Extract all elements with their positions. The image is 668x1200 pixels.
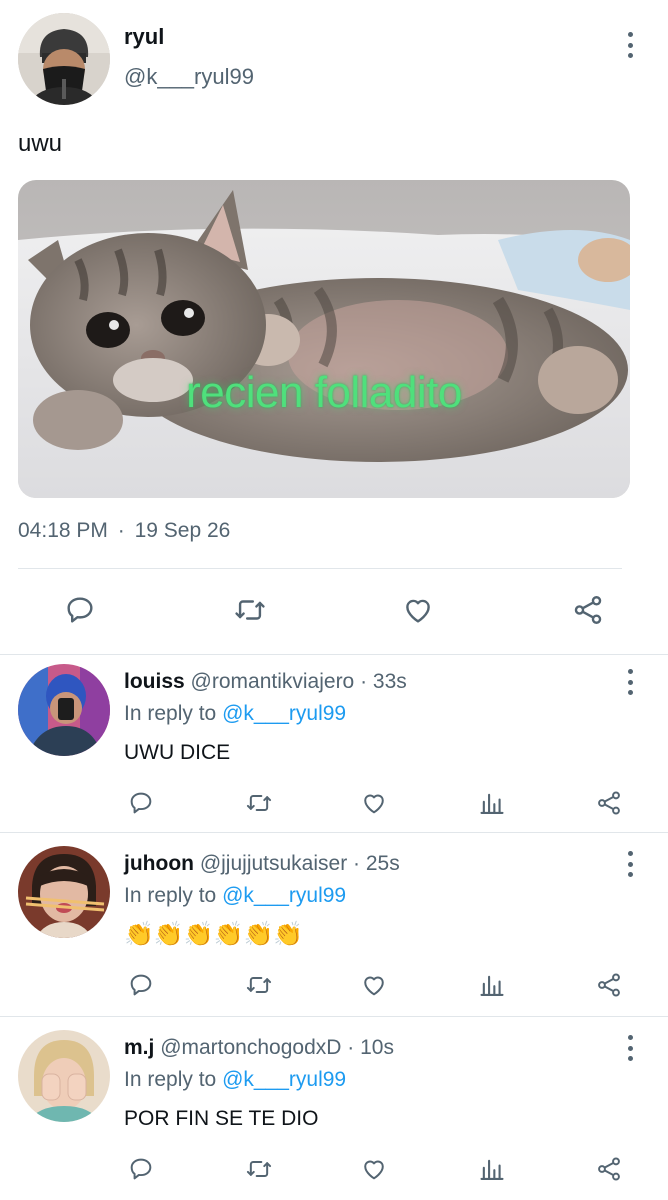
reply-author-handle[interactable]: @romantikviajero xyxy=(191,670,355,693)
in-reply-to: In reply to @k___ryul99 xyxy=(124,702,346,726)
reply-author-name[interactable]: m.j xyxy=(124,1036,154,1059)
tweet-timestamp: 04:18 PM · 19 Sep 26 xyxy=(18,519,230,543)
retweet-icon[interactable] xyxy=(242,1152,276,1186)
reply-text: UWU DICE xyxy=(124,741,231,764)
share-icon[interactable] xyxy=(592,968,626,1002)
reply-age: 33s xyxy=(372,670,407,693)
reply-author-handle[interactable]: @martonchogodxD xyxy=(160,1036,341,1059)
like-icon[interactable] xyxy=(398,590,438,630)
more-vertical-icon[interactable] xyxy=(626,851,634,877)
in-reply-label: In reply to xyxy=(124,884,217,907)
divider xyxy=(18,568,622,569)
more-vertical-icon[interactable] xyxy=(626,32,634,58)
reply-author-handle[interactable]: @jjujjutsukaiser xyxy=(200,852,347,875)
author-name[interactable]: ryul xyxy=(124,24,164,50)
in-reply-link[interactable]: @k___ryul99 xyxy=(222,884,346,907)
media-caption: recien folladito xyxy=(186,368,462,417)
in-reply-to: In reply to @k___ryul99 xyxy=(124,884,346,908)
analytics-icon[interactable] xyxy=(475,968,509,1002)
retweet-icon[interactable] xyxy=(230,590,270,630)
like-icon[interactable] xyxy=(357,1152,391,1186)
reply-author-name[interactable]: louiss xyxy=(124,670,185,693)
reply-header: m.j @martonchogodxD · 10s xyxy=(124,1036,394,1059)
reply-text: 👏👏👏👏👏👏 xyxy=(124,921,304,948)
more-vertical-icon[interactable] xyxy=(626,669,634,695)
analytics-icon[interactable] xyxy=(475,1152,509,1186)
author-handle[interactable]: @k___ryul99 xyxy=(124,64,254,90)
reply-text: POR FIN SE TE DIO xyxy=(124,1107,319,1130)
author-avatar[interactable] xyxy=(18,13,110,105)
in-reply-to: In reply to @k___ryul99 xyxy=(124,1068,346,1092)
reply-age: 25s xyxy=(365,852,400,875)
retweet-icon[interactable] xyxy=(242,786,276,820)
reply-author-name[interactable]: juhoon xyxy=(124,852,194,875)
reply-header: louiss @romantikviajero · 33s xyxy=(124,670,407,693)
reply-icon[interactable] xyxy=(124,786,158,820)
reply-age: 10s xyxy=(360,1036,394,1059)
share-icon[interactable] xyxy=(592,786,626,820)
tweet-time: 04:18 PM xyxy=(18,519,108,542)
like-icon[interactable] xyxy=(357,786,391,820)
tweet-date: 19 Sep 26 xyxy=(134,519,231,542)
like-icon[interactable] xyxy=(357,968,391,1002)
analytics-icon[interactable] xyxy=(475,786,509,820)
share-icon[interactable] xyxy=(568,590,608,630)
time-separator: · xyxy=(117,519,125,542)
reply-icon[interactable] xyxy=(60,590,100,630)
reply-avatar[interactable] xyxy=(18,846,110,938)
in-reply-label: In reply to xyxy=(124,1068,217,1091)
reply-header: juhoon @jjujjutsukaiser · 25s xyxy=(124,852,400,875)
tweet-media[interactable]: recien folladito xyxy=(18,180,630,498)
reply-icon[interactable] xyxy=(124,968,158,1002)
reply-avatar[interactable] xyxy=(18,664,110,756)
share-icon[interactable] xyxy=(592,1152,626,1186)
in-reply-link[interactable]: @k___ryul99 xyxy=(222,702,346,725)
in-reply-label: In reply to xyxy=(124,702,217,725)
divider xyxy=(0,654,668,655)
divider xyxy=(0,832,668,833)
reply-icon[interactable] xyxy=(124,1152,158,1186)
more-vertical-icon[interactable] xyxy=(626,1035,634,1061)
retweet-icon[interactable] xyxy=(242,968,276,1002)
reply-avatar[interactable] xyxy=(18,1030,110,1122)
tweet-text: uwu xyxy=(18,130,63,157)
in-reply-link[interactable]: @k___ryul99 xyxy=(222,1068,346,1091)
divider xyxy=(0,1016,668,1017)
